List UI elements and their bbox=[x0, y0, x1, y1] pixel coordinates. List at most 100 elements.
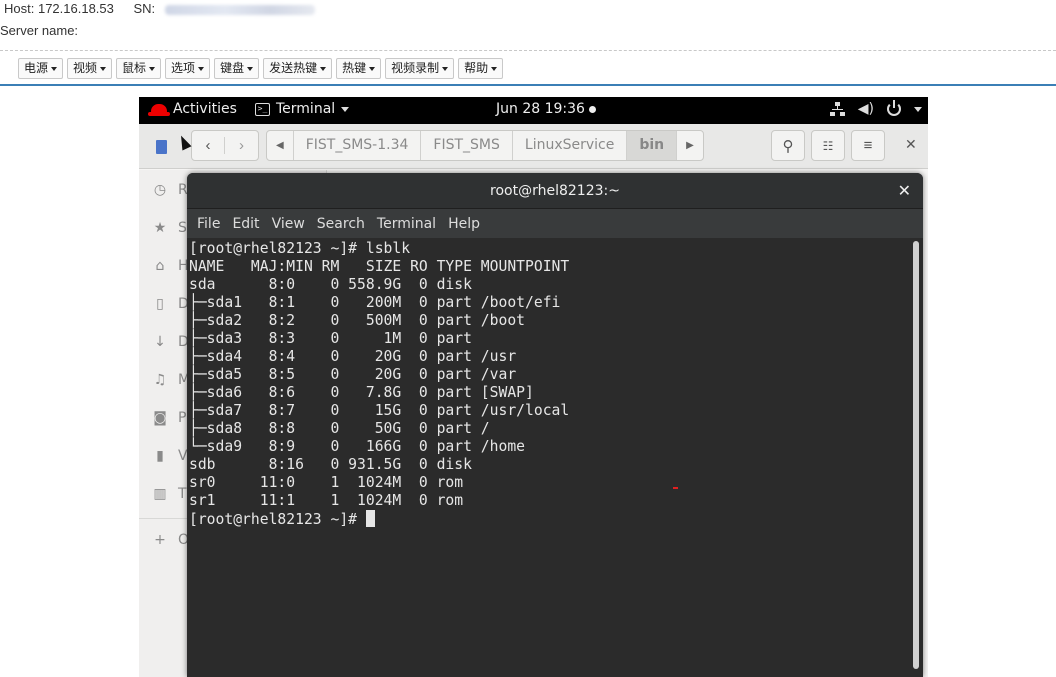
kvm-menu-label: 鼠标 bbox=[122, 61, 147, 75]
host-value: 172.16.18.53 bbox=[37, 1, 114, 16]
close-icon[interactable]: ✕ bbox=[905, 136, 917, 153]
power-icon bbox=[887, 100, 901, 116]
caret-down-icon bbox=[442, 66, 449, 71]
caret-down-icon bbox=[100, 66, 107, 71]
hamburger-icon: ≡ bbox=[863, 137, 873, 154]
kvm-menu-label: 选项 bbox=[171, 61, 196, 75]
terminal-line: ├─sda3 8:3 0 1M 0 part bbox=[189, 330, 472, 347]
home-icon: ⌂ bbox=[155, 258, 165, 274]
terminal-line: [root@rhel82123 ~]# lsblk bbox=[189, 240, 411, 257]
terminal-output[interactable]: [root@rhel82123 ~]# lsblk NAME MAJ:MIN RM… bbox=[187, 238, 911, 677]
kvm-menu-button[interactable]: 鼠标 bbox=[116, 58, 162, 79]
chevron-down-icon bbox=[914, 106, 922, 112]
text-cursor bbox=[365, 510, 375, 527]
terminal-menubar: File Edit View Search Terminal Help bbox=[187, 209, 923, 238]
kvm-menu-label: 键盘 bbox=[220, 61, 245, 75]
redhat-logo-icon bbox=[148, 103, 170, 116]
path-segment[interactable]: bin bbox=[627, 131, 678, 160]
caret-down-icon bbox=[149, 66, 156, 71]
trash-icon: ▥ bbox=[153, 486, 167, 502]
path-segment[interactable]: LinuxService bbox=[513, 131, 628, 160]
clock-label: Jun 28 19:36 bbox=[496, 101, 585, 117]
document-icon: ▯ bbox=[156, 296, 164, 312]
clock[interactable]: Jun 28 19:36 bbox=[496, 101, 596, 117]
terminal-line: sr1 11:1 1 1024M 0 rom bbox=[189, 492, 464, 509]
remote-screen[interactable]: Activities >_ Terminal Jun 28 19:36 ◀) ‹… bbox=[139, 97, 928, 677]
dashed-divider bbox=[0, 50, 1056, 51]
terminal-titlebar[interactable]: root@rhel82123:~ ✕ bbox=[187, 173, 923, 209]
kvm-menu-button[interactable]: 视频录制 bbox=[385, 58, 455, 79]
terminal-prompt-line[interactable]: [root@rhel82123 ~]# bbox=[189, 510, 911, 528]
path-segment[interactable]: FIST_SMS-1.34 bbox=[294, 131, 422, 160]
kvm-info: Host: 172.16.18.53 SN: Server name: bbox=[0, 1, 315, 38]
sidebar-item[interactable]: ◷ R bbox=[152, 182, 188, 198]
kvm-menu-button[interactable]: 电源 bbox=[18, 58, 64, 79]
server-name-label: Server name: bbox=[0, 23, 79, 38]
sidebar-item[interactable]: ▮ V bbox=[152, 448, 187, 464]
clock-icon: ◷ bbox=[153, 182, 167, 198]
sidebar-item[interactable]: ◙ Pi bbox=[152, 410, 190, 426]
path-bar: ◀ FIST_SMS-1.34 FIST_SMS LinuxService bin ▶ bbox=[266, 130, 704, 161]
path-scroll-left-icon[interactable]: ◀ bbox=[267, 131, 294, 160]
sidebar-item[interactable]: ★ S bbox=[152, 220, 187, 236]
notification-dot-icon bbox=[588, 105, 596, 113]
kvm-menu-label: 热键 bbox=[342, 61, 367, 75]
terminal-scrollbar[interactable] bbox=[913, 241, 919, 669]
host-label: Host: bbox=[4, 1, 35, 16]
nav-buttons: ‹ › bbox=[191, 130, 259, 161]
terminal-line: ├─sda6 8:6 0 7.8G 0 part [SWAP] bbox=[189, 384, 534, 401]
sidebar-item[interactable]: ♫ M bbox=[152, 372, 190, 388]
sidebar-item[interactable]: + O bbox=[152, 532, 189, 548]
volume-icon: ◀) bbox=[857, 101, 874, 117]
path-scroll-right-icon[interactable]: ▶ bbox=[677, 131, 703, 160]
path-segment[interactable]: FIST_SMS bbox=[421, 131, 513, 160]
back-icon[interactable]: ‹ bbox=[192, 137, 226, 154]
terminal-menu-file[interactable]: File bbox=[191, 216, 226, 232]
kvm-menu-button[interactable]: 视频 bbox=[67, 58, 113, 79]
sidebar-item[interactable]: ⌂ H bbox=[152, 258, 189, 274]
terminal-title: root@rhel82123:~ bbox=[490, 183, 620, 199]
kvm-menu-button[interactable]: 键盘 bbox=[214, 58, 260, 79]
terminal-menu-help[interactable]: Help bbox=[442, 216, 486, 232]
kvm-menu-button[interactable]: 帮助 bbox=[458, 58, 504, 79]
terminal-prompt: [root@rhel82123 ~]# bbox=[189, 511, 366, 528]
caret-down-icon bbox=[198, 66, 205, 71]
terminal-menu-view[interactable]: View bbox=[266, 216, 311, 232]
sn-value-redacted bbox=[164, 4, 315, 15]
app-menu-terminal[interactable]: >_ Terminal bbox=[255, 101, 350, 117]
terminal-line: NAME MAJ:MIN RM SIZE RO TYPE MOUNTPOINT bbox=[189, 258, 570, 275]
red-artifact bbox=[673, 487, 678, 489]
menu-button[interactable]: ≡ bbox=[851, 130, 885, 161]
kvm-menu-label: 视频 bbox=[73, 61, 98, 75]
header-divider bbox=[0, 84, 1056, 86]
sidebar-item[interactable]: ▥ T bbox=[152, 486, 186, 502]
sidebar-item[interactable]: ▯ D bbox=[152, 296, 189, 312]
view-toggle-button[interactable]: ☷ bbox=[811, 130, 845, 161]
kvm-toolbar: 电源 视频 鼠标 选项 键盘 发送热键 热键 视频录制 帮助 bbox=[18, 58, 504, 79]
kvm-menu-button[interactable]: 热键 bbox=[336, 58, 382, 79]
terminal-line: ├─sda2 8:2 0 500M 0 part /boot bbox=[189, 312, 526, 329]
kvm-menu-label: 电源 bbox=[24, 61, 49, 75]
terminal-menu-edit[interactable]: Edit bbox=[226, 216, 265, 232]
terminal-menu-terminal[interactable]: Terminal bbox=[371, 216, 442, 232]
music-icon: ♫ bbox=[153, 372, 167, 388]
forward-icon[interactable]: › bbox=[225, 137, 258, 154]
sn-label: SN: bbox=[133, 1, 156, 16]
terminal-window[interactable]: root@rhel82123:~ ✕ File Edit View Search Ter… bbox=[187, 173, 923, 677]
system-status-menu[interactable]: ◀) bbox=[829, 100, 922, 117]
activities-button[interactable]: Activities bbox=[148, 101, 237, 117]
folder-icon bbox=[156, 140, 167, 154]
terminal-line: ├─sda7 8:7 0 15G 0 part /usr/local bbox=[189, 402, 570, 419]
list-view-icon: ☷ bbox=[822, 138, 834, 153]
close-icon[interactable]: ✕ bbox=[898, 173, 911, 209]
caret-down-icon bbox=[51, 66, 58, 71]
search-icon: ⚲ bbox=[782, 137, 794, 155]
sidebar-item[interactable]: ↓ D bbox=[152, 334, 189, 350]
terminal-menu-search[interactable]: Search bbox=[311, 216, 371, 232]
kvm-menu-button[interactable]: 选项 bbox=[165, 58, 211, 79]
terminal-line: ├─sda1 8:1 0 200M 0 part /boot/efi bbox=[189, 294, 561, 311]
caret-down-icon bbox=[320, 66, 327, 71]
activities-label: Activities bbox=[173, 101, 237, 117]
search-button[interactable]: ⚲ bbox=[771, 130, 805, 161]
kvm-menu-button[interactable]: 发送热键 bbox=[263, 58, 333, 79]
